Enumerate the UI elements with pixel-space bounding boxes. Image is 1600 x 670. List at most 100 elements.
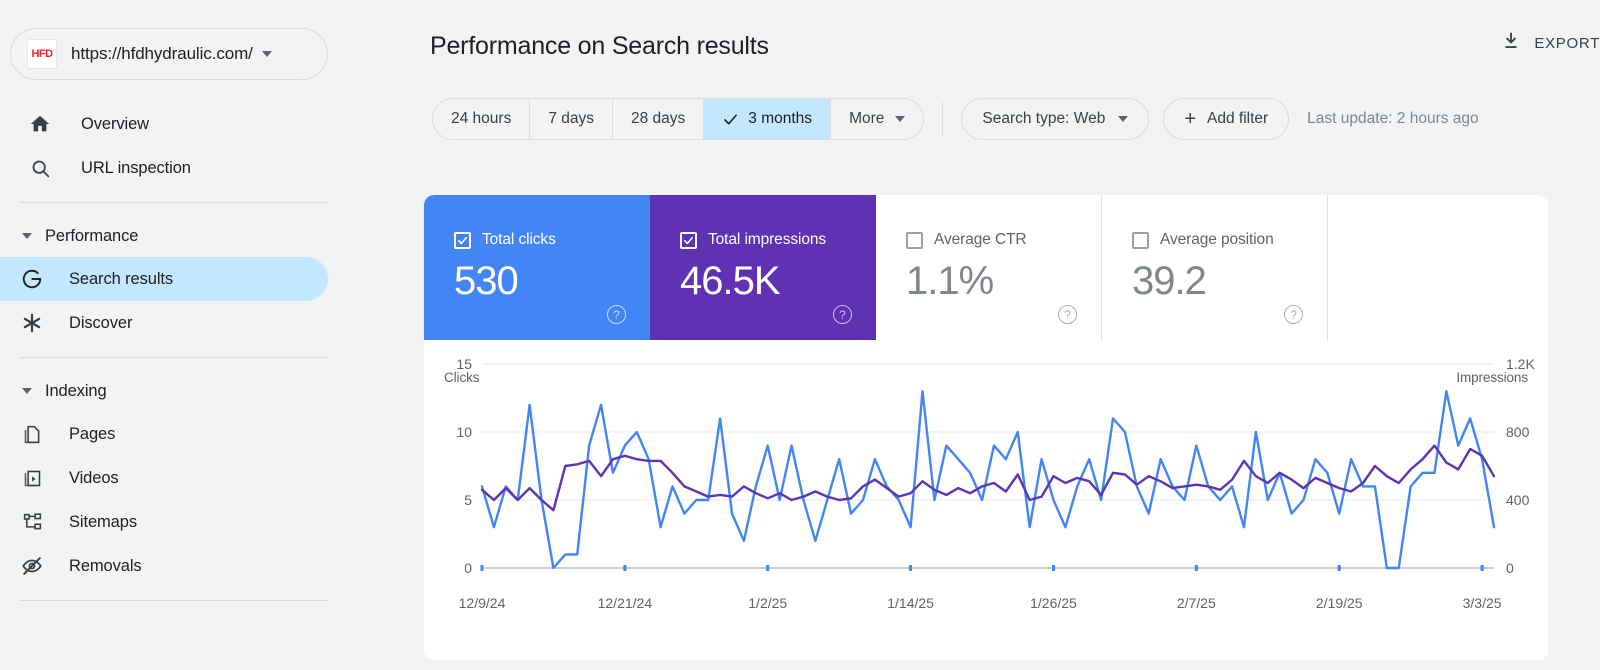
metric-cards-filler (1328, 195, 1548, 340)
sidebar-item-discover[interactable]: Discover (0, 301, 328, 345)
chart-svg: 0 0 5 400 10 800 15 1.2K (456, 356, 1535, 576)
metric-label: Average CTR (934, 231, 1027, 248)
google-g-icon (20, 267, 44, 291)
eye-off-icon (20, 554, 44, 578)
plus-icon: + (1184, 108, 1196, 130)
export-label: EXPORT (1534, 34, 1600, 52)
chart-x-tick-label: 3/3/25 (1462, 595, 1502, 611)
metric-card-header: Total impressions (680, 231, 876, 249)
chip-more[interactable]: More (831, 99, 924, 139)
site-logo-text: HFD (31, 47, 53, 60)
metric-label: Total clicks (482, 231, 556, 248)
sidebar-item-label: Pages (69, 424, 116, 443)
svg-text:15: 15 (456, 356, 472, 372)
checkbox-average-position[interactable] (1132, 231, 1149, 249)
search-icon (28, 156, 52, 180)
performance-chart: Clicks Impressions 0 0 5 400 10 800 15 1.2K 12/… (424, 340, 1548, 660)
sidebar-item-label: Videos (69, 468, 119, 487)
main-content: Performance on Search results EXPORT 24 … (420, 0, 1600, 670)
chevron-down-icon (22, 233, 32, 239)
check-icon (722, 111, 739, 128)
help-icon[interactable]: ? (1058, 305, 1077, 324)
site-logo-icon: HFD (27, 39, 57, 69)
checkbox-total-impressions[interactable] (680, 231, 697, 249)
sidebar-group-label: Performance (45, 226, 139, 245)
chevron-down-icon (1118, 116, 1129, 122)
sidebar-item-removals[interactable]: Removals (0, 544, 328, 588)
toolbar-divider (942, 102, 944, 136)
sidebar-divider-1 (20, 202, 328, 203)
help-icon[interactable]: ? (607, 305, 626, 324)
chart-x-tick-label: 1/14/25 (887, 595, 934, 611)
chevron-down-icon (895, 116, 906, 122)
chip-28-days[interactable]: 28 days (613, 99, 705, 139)
sidebar-item-label: URL inspection (81, 158, 191, 177)
sidebar-item-sitemaps[interactable]: Sitemaps (0, 500, 328, 544)
metric-card-average-position[interactable]: Average position 39.2 ? (1102, 195, 1328, 340)
sidebar-item-label: Removals (69, 556, 142, 575)
metric-value: 46.5K (680, 259, 781, 303)
filters-toolbar: 24 hours 7 days 28 days 3 months More Se… (420, 98, 1600, 140)
metric-card-total-clicks[interactable]: Total clicks 530 ? (424, 195, 650, 340)
metric-card-header: Average position (1132, 231, 1327, 249)
add-filter-button[interactable]: + Add filter (1163, 98, 1290, 140)
help-icon[interactable]: ? (1284, 305, 1303, 324)
chip-label: 3 months (748, 110, 813, 127)
chip-24-hours[interactable]: 24 hours (433, 99, 531, 139)
metric-card-header: Average CTR (906, 231, 1101, 249)
svg-text:800: 800 (1506, 424, 1530, 440)
metric-cards: Total clicks 530 ? Total impressions 46.… (424, 195, 1548, 340)
help-icon[interactable]: ? (833, 305, 852, 324)
metric-card-header: Total clicks (454, 231, 650, 249)
chart-x-tick-label: 2/7/25 (1176, 595, 1216, 611)
svg-text:0: 0 (464, 560, 472, 576)
checkbox-total-clicks[interactable] (454, 231, 471, 249)
sidebar-group-indexing[interactable]: Indexing (0, 370, 420, 412)
chip-7-days[interactable]: 7 days (530, 99, 613, 139)
chevron-down-icon (22, 388, 32, 394)
metric-value: 39.2 (1132, 259, 1207, 303)
search-type-filter[interactable]: Search type: Web (961, 98, 1150, 140)
search-console-page: HFD https://hfdhydraulic.com/ Overview U… (0, 0, 1600, 670)
chip-3-months[interactable]: 3 months (704, 99, 832, 139)
sidebar-item-overview[interactable]: Overview (0, 102, 328, 146)
sidebar-item-url-inspection[interactable]: URL inspection (0, 146, 328, 190)
chart-x-axis-labels: 12/9/24 12/21/24 1/2/25 1/14/25 1/26/25 2/7/2… (424, 595, 1548, 625)
sidebar-item-videos[interactable]: Videos (0, 456, 328, 500)
sidebar-item-pages[interactable]: Pages (0, 412, 328, 456)
svg-text:1.2K: 1.2K (1506, 356, 1535, 372)
sidebar-item-search-results[interactable]: Search results (0, 257, 328, 301)
sitemap-icon (20, 510, 44, 534)
chart-x-tick-label: 2/19/25 (1315, 595, 1363, 611)
property-selector[interactable]: HFD https://hfdhydraulic.com/ (10, 28, 328, 80)
chart-x-tick-label: 12/9/24 (458, 595, 506, 611)
metric-label: Total impressions (708, 231, 827, 248)
search-type-label: Search type: Web (982, 110, 1106, 127)
asterisk-icon (20, 311, 44, 335)
last-update-text: Last update: 2 hours ago (1307, 110, 1479, 127)
sidebar-group-label: Indexing (45, 381, 107, 400)
metric-value: 1.1% (906, 259, 994, 303)
sidebar-item-label: Search results (69, 269, 174, 288)
export-button[interactable]: EXPORT (1500, 30, 1600, 56)
chart-x-tick-label: 1/2/25 (748, 595, 788, 611)
download-icon (1500, 30, 1522, 56)
checkbox-average-ctr[interactable] (906, 231, 923, 249)
chip-label: More (849, 110, 885, 127)
sidebar-group-performance[interactable]: Performance (0, 215, 420, 257)
date-range-chip-group: 24 hours 7 days 28 days 3 months More (432, 98, 925, 140)
chip-label: 28 days (631, 110, 686, 127)
metric-card-average-ctr[interactable]: Average CTR 1.1% ? (876, 195, 1102, 340)
page-header: Performance on Search results EXPORT (420, 0, 1600, 92)
metric-label: Average position (1160, 231, 1274, 248)
sidebar-divider-3 (20, 600, 328, 601)
svg-text:0: 0 (1506, 560, 1514, 576)
chevron-down-icon (261, 51, 272, 57)
metric-card-total-impressions[interactable]: Total impressions 46.5K ? (650, 195, 876, 340)
add-filter-label: Add filter (1207, 110, 1269, 127)
performance-panel: Total clicks 530 ? Total impressions 46.… (424, 195, 1548, 660)
chip-label: 7 days (548, 110, 594, 127)
sidebar-nav: Overview URL inspection Performance Sear… (0, 102, 420, 601)
svg-text:10: 10 (456, 424, 472, 440)
video-icon (20, 466, 44, 490)
